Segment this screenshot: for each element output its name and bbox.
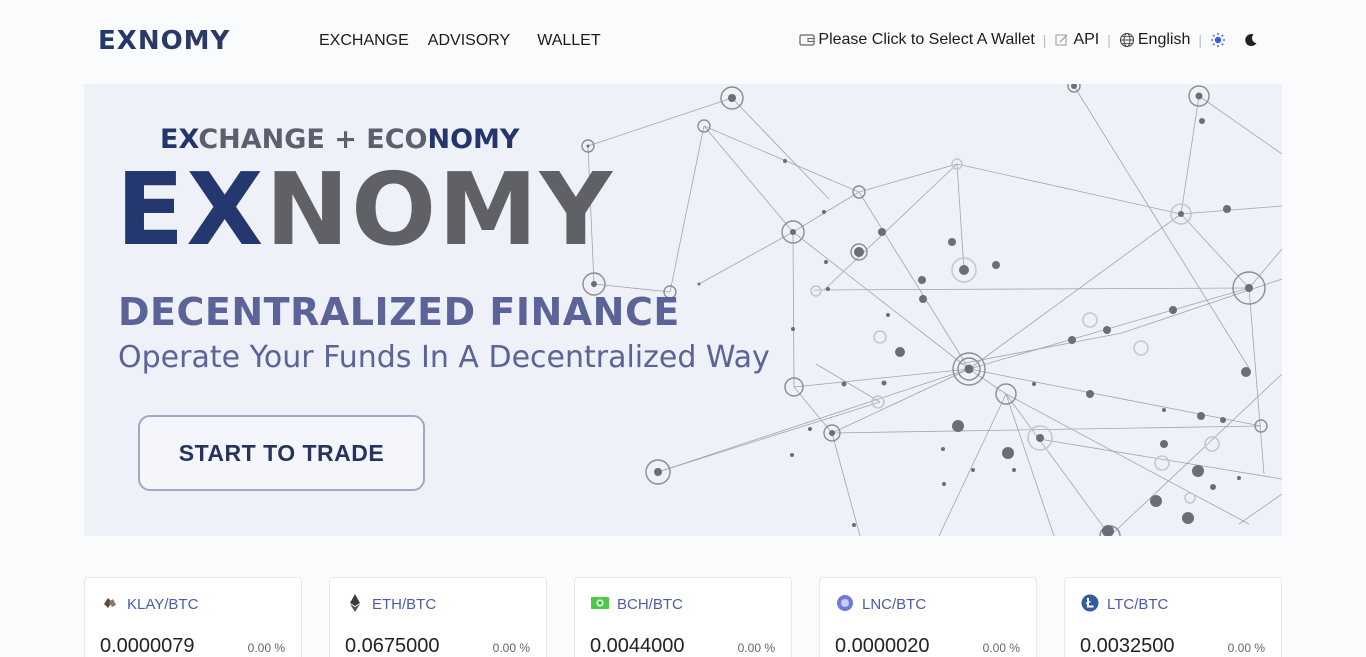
market-change: 0.00 % [247,641,285,655]
market-card-eth[interactable]: ETH/BTC 0.0675000 0.00 % [329,577,547,657]
market-card-lnc[interactable]: LNC/BTC 0.0000020 0.00 % [819,577,1037,657]
bch-coin-icon [591,594,609,612]
market-price: 0.0675000 [345,635,440,657]
market-pair: LNC/BTC [862,596,927,613]
market-pair: BCH/BTC [617,596,683,613]
market-card-ltc[interactable]: LTC/BTC 0.0032500 0.00 % [1064,577,1282,657]
logo-ex: EX [98,26,138,56]
market-price: 0.0044000 [590,635,685,657]
language-selector[interactable]: English [1119,31,1190,49]
api-link[interactable]: API [1054,31,1099,49]
market-card-bch[interactable]: BCH/BTC 0.0044000 0.00 % [574,577,792,657]
market-price: 0.0032500 [1080,635,1175,657]
nav-wallet[interactable]: WALLET [537,31,600,51]
eth-coin-icon [346,594,364,612]
market-price: 0.0000079 [100,635,195,657]
hero-banner: EXCHANGE + ECONOMY EXNOMY DECENTRALIZED … [84,84,1282,536]
hero-headline: DECENTRALIZED FINANCE [118,290,680,334]
header-tools: Please Click to Select A Wallet | API | … [799,31,1262,49]
market-change: 0.00 % [492,641,530,655]
wallet-icon [799,34,816,46]
logo-nomy: NOMY [137,26,231,56]
market-change: 0.00 % [737,641,775,655]
select-wallet-label: Please Click to Select A Wallet [818,31,1035,48]
globe-icon [1119,32,1134,48]
top-header: EXNOMY EXCHANGE ADVISORY WALLET Please C… [0,0,1366,82]
header-logo[interactable]: EXNOMY [98,27,230,55]
hero-logo-ex: EX [116,151,266,268]
market-change: 0.00 % [982,641,1020,655]
divider: | [1042,32,1047,48]
market-pair: ETH/BTC [372,596,437,613]
start-trade-button[interactable]: START TO TRADE [138,415,425,491]
lnc-coin-icon [836,594,854,612]
nav-exchange[interactable]: EXCHANGE [319,31,409,51]
market-change: 0.00 % [1227,641,1265,655]
main-nav: EXCHANGE ADVISORY WALLET [319,31,620,51]
select-wallet-button[interactable]: Please Click to Select A Wallet [799,31,1035,49]
market-pair: LTC/BTC [1107,596,1169,613]
ltc-coin-icon [1081,594,1099,612]
market-price: 0.0000020 [835,635,930,657]
market-card-klay[interactable]: KLAY/BTC 0.0000079 0.00 % [84,577,302,657]
hero-logo-nomy: NOMY [265,151,615,268]
moon-icon [1245,34,1257,47]
hero-logo: EXNOMY [116,156,614,264]
divider: | [1198,32,1202,48]
dark-theme-toggle[interactable] [1243,32,1262,48]
market-pair: KLAY/BTC [127,596,199,613]
light-theme-toggle[interactable] [1210,32,1229,48]
api-label: API [1073,31,1100,48]
language-label: English [1137,31,1191,48]
sun-icon [1211,33,1225,47]
klay-coin-icon [101,594,119,612]
divider: | [1107,32,1111,48]
hero-subline: Operate Your Funds In A Decentralized Wa… [118,340,770,375]
nav-advisory[interactable]: ADVISORY [428,31,510,51]
edit-icon [1055,34,1068,46]
